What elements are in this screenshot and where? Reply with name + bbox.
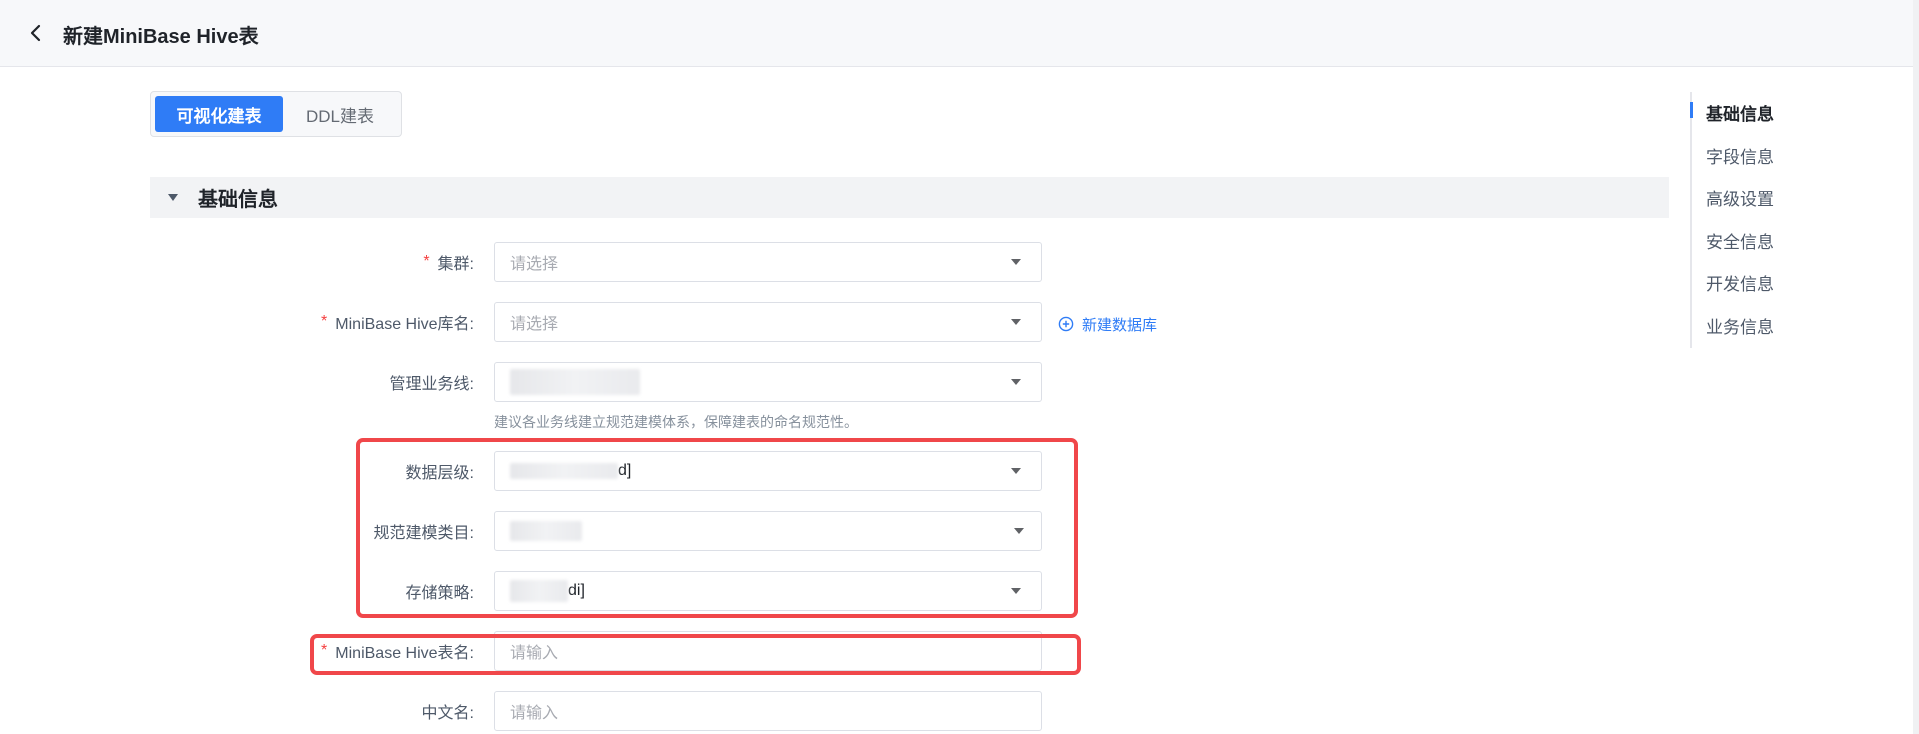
anchor-security-info[interactable]: 安全信息	[1706, 228, 1774, 253]
form-row-database: * MiniBase Hive库名: 请选择	[0, 302, 1100, 342]
form-row-cluster: * 集群: 请选择	[0, 242, 1100, 282]
basic-info-section-header[interactable]: 基础信息	[150, 177, 1669, 218]
anchor-basic-info[interactable]: 基础信息	[1706, 100, 1774, 125]
dropdown-caret-icon	[1011, 259, 1021, 265]
page-scrollbar[interactable]	[1913, 0, 1919, 734]
required-mark: *	[423, 253, 430, 270]
plus-circle-icon	[1058, 316, 1074, 332]
data-layer-value: d]	[510, 452, 631, 490]
chinese-name-label: 中文名:	[421, 705, 474, 722]
anchor-dev-info[interactable]: 开发信息	[1706, 270, 1774, 295]
required-mark: *	[321, 642, 328, 659]
cluster-select[interactable]: 请选择	[494, 242, 1042, 282]
new-database-link[interactable]: 新建数据库	[1058, 312, 1157, 336]
form-row-table-name: * MiniBase Hive表名: 请输入	[0, 631, 1100, 671]
chinese-name-input[interactable]: 请输入	[494, 691, 1042, 731]
anchor-field-info[interactable]: 字段信息	[1706, 143, 1774, 168]
page-title: 新建MiniBase Hive表	[63, 26, 259, 48]
model-category-label: 规范建模类目:	[373, 525, 474, 542]
database-label: * MiniBase Hive库名:	[321, 313, 474, 333]
form-row-model-category: 规范建模类目:	[0, 511, 1100, 551]
required-mark: *	[321, 313, 328, 330]
anchor-business-info[interactable]: 业务信息	[1706, 313, 1774, 338]
section-title: 基础信息	[198, 189, 278, 211]
cluster-placeholder: 请选择	[510, 256, 559, 273]
dropdown-caret-icon	[1011, 379, 1021, 385]
dropdown-caret-icon	[1011, 468, 1021, 474]
cluster-label: * 集群:	[423, 253, 474, 273]
table-name-input[interactable]: 请输入	[494, 631, 1042, 671]
database-placeholder: 请选择	[510, 316, 559, 333]
business-line-label: 管理业务线:	[389, 376, 474, 393]
form-row-chinese-name: 中文名: 请输入	[0, 691, 1100, 731]
business-line-hint: 建议各业务线建立规范建模体系，保障建表的命名规范性。	[494, 414, 858, 430]
anchor-active-indicator	[1690, 102, 1693, 118]
storage-policy-select[interactable]: di]	[494, 571, 1042, 611]
dropdown-caret-icon	[1014, 528, 1024, 534]
page-header: 新建MiniBase Hive表	[0, 0, 1919, 67]
tab-visual-create[interactable]: 可视化建表	[155, 96, 283, 132]
model-category-value-blurred	[510, 512, 582, 550]
form-row-data-layer: 数据层级: d]	[0, 451, 1100, 491]
back-arrow-icon[interactable]	[26, 23, 46, 43]
business-line-value-blurred	[510, 363, 640, 401]
storage-policy-label: 存储策略:	[405, 585, 474, 602]
database-select[interactable]: 请选择	[494, 302, 1042, 342]
dropdown-caret-icon	[1011, 319, 1021, 325]
form-row-business-line: 管理业务线:	[0, 362, 1100, 402]
tab-ddl-create[interactable]: DDL建表	[283, 96, 397, 132]
table-name-placeholder: 请输入	[510, 645, 559, 662]
anchor-advanced-settings[interactable]: 高级设置	[1706, 185, 1774, 210]
business-line-select[interactable]	[494, 362, 1042, 402]
chinese-name-placeholder: 请输入	[510, 705, 559, 722]
form-row-storage-policy: 存储策略: di]	[0, 571, 1100, 611]
collapse-caret-icon[interactable]	[168, 194, 178, 201]
anchor-navigation: 基础信息 字段信息 高级设置 安全信息 开发信息 业务信息	[1690, 92, 1840, 348]
dropdown-caret-icon	[1011, 588, 1021, 594]
model-category-select[interactable]	[494, 511, 1042, 551]
table-name-label: * MiniBase Hive表名:	[321, 642, 474, 662]
storage-policy-value: di]	[510, 572, 585, 610]
data-layer-label: 数据层级:	[405, 465, 474, 482]
create-mode-tabs: 可视化建表 DDL建表	[150, 91, 402, 137]
data-layer-select[interactable]: d]	[494, 451, 1042, 491]
